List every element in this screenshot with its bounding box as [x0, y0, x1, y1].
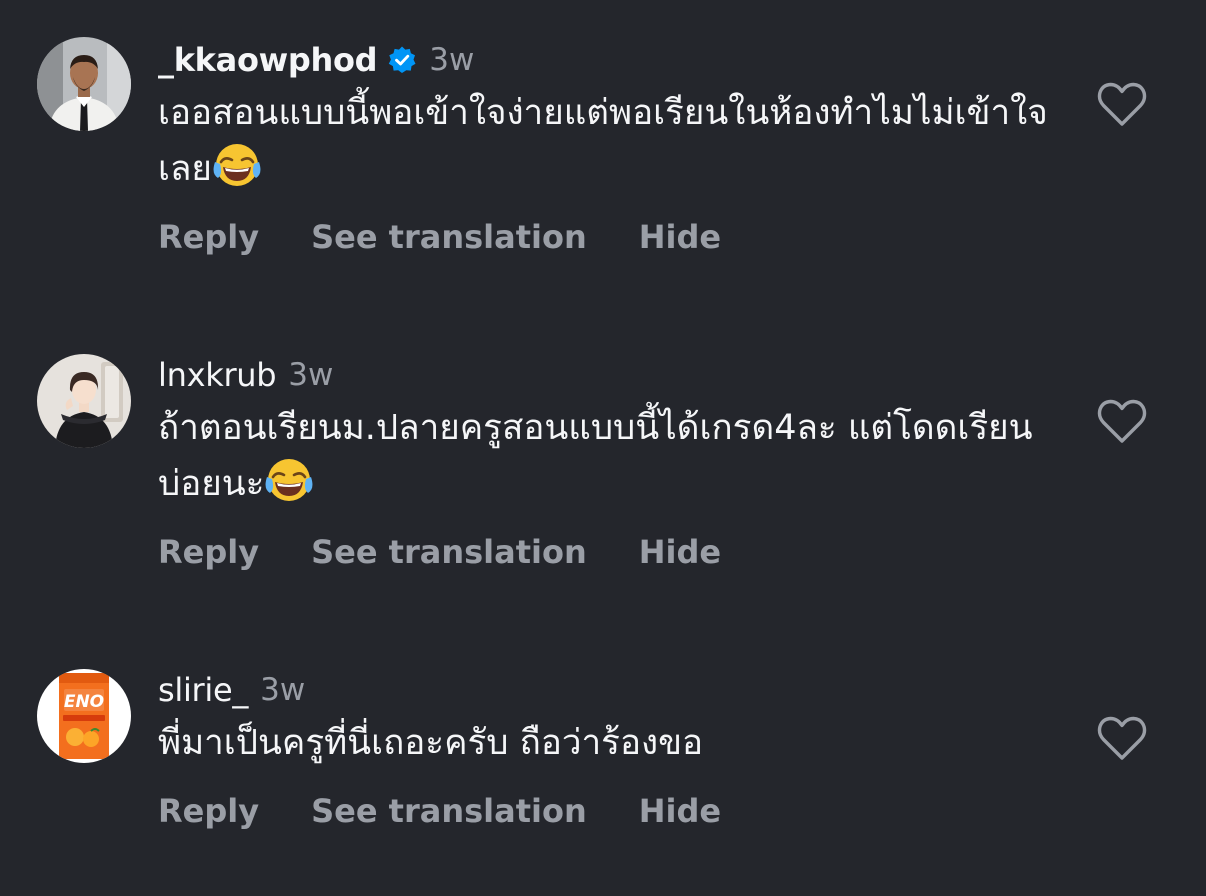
see-translation-button[interactable]: See translation [311, 533, 587, 571]
comment-body: slirie_ 3w พี่มาเป็นครูที่นี่เถอะครับ ถื… [158, 668, 1058, 830]
comment-text: เออสอนแบบนี้พอเข้าใจง่ายแต่พอเรียนในห้อง… [158, 86, 1058, 196]
avatar[interactable] [37, 354, 131, 448]
person-in-black-dress-avatar-image [37, 354, 131, 448]
eno-logo-text: ENO [64, 692, 104, 712]
verified-badge-icon [387, 45, 417, 75]
comment-body: _kkaowphod 3w เออสอนแบบนี้พอเข้าใจง่ายแต… [158, 38, 1058, 256]
comment-text: พี่มาเป็นครูที่นี่เถอะครับ ถือว่าร้องขอ [158, 716, 1058, 770]
username[interactable]: _kkaowphod [158, 41, 378, 79]
comment-actions: Reply See translation Hide [158, 218, 1058, 256]
face-with-tears-of-joy-icon [212, 140, 262, 190]
man-in-white-suit-avatar-image [37, 37, 131, 131]
avatar[interactable] [37, 37, 131, 131]
comment-text: ถ้าตอนเรียนม.ปลายครูสอนแบบนี้ได้เกรด4ละ … [158, 401, 1058, 511]
eno-sachet-avatar-image: ENO [37, 669, 131, 763]
comment-text-content: พี่มาเป็นครูที่นี่เถอะครับ ถือว่าร้องขอ [158, 723, 704, 763]
reply-button[interactable]: Reply [158, 533, 259, 571]
comment-header: slirie_ 3w [158, 668, 1058, 712]
username[interactable]: slirie_ [158, 671, 248, 709]
comment-time: 3w [288, 357, 334, 393]
avatar[interactable]: ENO [37, 669, 131, 763]
comment-text-content: เออสอนแบบนี้พอเข้าใจง่ายแต่พอเรียนในห้อง… [158, 93, 1048, 189]
hide-button[interactable]: Hide [639, 533, 721, 571]
comment-time: 3w [429, 42, 475, 78]
reply-button[interactable]: Reply [158, 218, 259, 256]
heart-outline-icon[interactable] [1096, 398, 1148, 444]
hide-button[interactable]: Hide [639, 218, 721, 256]
comment-time: 3w [260, 672, 306, 708]
username[interactable]: lnxkrub [158, 356, 277, 394]
heart-outline-icon[interactable] [1096, 715, 1148, 761]
see-translation-button[interactable]: See translation [311, 218, 587, 256]
heart-outline-icon[interactable] [1096, 81, 1148, 127]
comment-header: lnxkrub 3w [158, 353, 1058, 397]
comment-body: lnxkrub 3w ถ้าตอนเรียนม.ปลายครูสอนแบบนี้… [158, 353, 1058, 571]
comment-actions: Reply See translation Hide [158, 533, 1058, 571]
see-translation-button[interactable]: See translation [311, 792, 587, 830]
hide-button[interactable]: Hide [639, 792, 721, 830]
reply-button[interactable]: Reply [158, 792, 259, 830]
comment-actions: Reply See translation Hide [158, 792, 1058, 830]
face-with-tears-of-joy-icon [264, 455, 314, 505]
comment-header: _kkaowphod 3w [158, 38, 1058, 82]
